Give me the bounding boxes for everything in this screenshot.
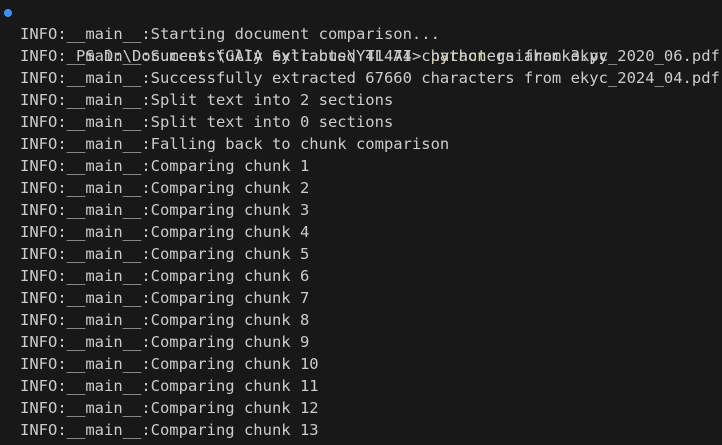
log-line: INFO:__main__:Comparing chunk 8 <box>20 311 310 329</box>
log-line: INFO:__main__:Comparing chunk 4 <box>20 223 310 241</box>
prompt-line: PS D:\Documents\GAIA Syllabus\YTL AI> py… <box>0 1 722 65</box>
command-decoration-icon[interactable] <box>4 9 12 17</box>
log-line: INFO:__main__:Comparing chunk 1 <box>20 157 310 175</box>
log-line: INFO:__main__:Split text into 2 sections <box>20 91 394 109</box>
log-line: INFO:__main__:Comparing chunk 12 <box>20 399 319 417</box>
log-line: INFO:__main__:Falling back to chunk comp… <box>20 135 450 153</box>
log-line: INFO:__main__:Successfully extracted 676… <box>20 69 720 87</box>
log-line: INFO:__main__:Starting document comparis… <box>20 25 440 43</box>
terminal-panel[interactable]: PS D:\Documents\GAIA Syllabus\YTL AI> py… <box>0 0 722 445</box>
log-line: INFO:__main__:Comparing chunk 6 <box>20 267 310 285</box>
log-lines: INFO:__main__:Starting document comparis… <box>0 23 722 441</box>
log-line: INFO:__main__:Comparing chunk 10 <box>20 355 319 373</box>
log-line: INFO:__main__:Comparing chunk 9 <box>20 333 310 351</box>
terminal-output: PS D:\Documents\GAIA Syllabus\YTL AI> py… <box>0 1 722 441</box>
log-line: INFO:__main__:Successfully extracted 414… <box>20 47 720 65</box>
log-line: INFO:__main__:Comparing chunk 5 <box>20 245 310 263</box>
log-line: INFO:__main__:Comparing chunk 7 <box>20 289 310 307</box>
log-line: INFO:__main__:Comparing chunk 2 <box>20 179 310 197</box>
log-line: INFO:__main__:Comparing chunk 11 <box>20 377 319 395</box>
log-line: INFO:__main__:Comparing chunk 3 <box>20 201 310 219</box>
log-line: INFO:__main__:Comparing chunk 13 <box>20 421 319 439</box>
log-line: INFO:__main__:Split text into 0 sections <box>20 113 394 131</box>
